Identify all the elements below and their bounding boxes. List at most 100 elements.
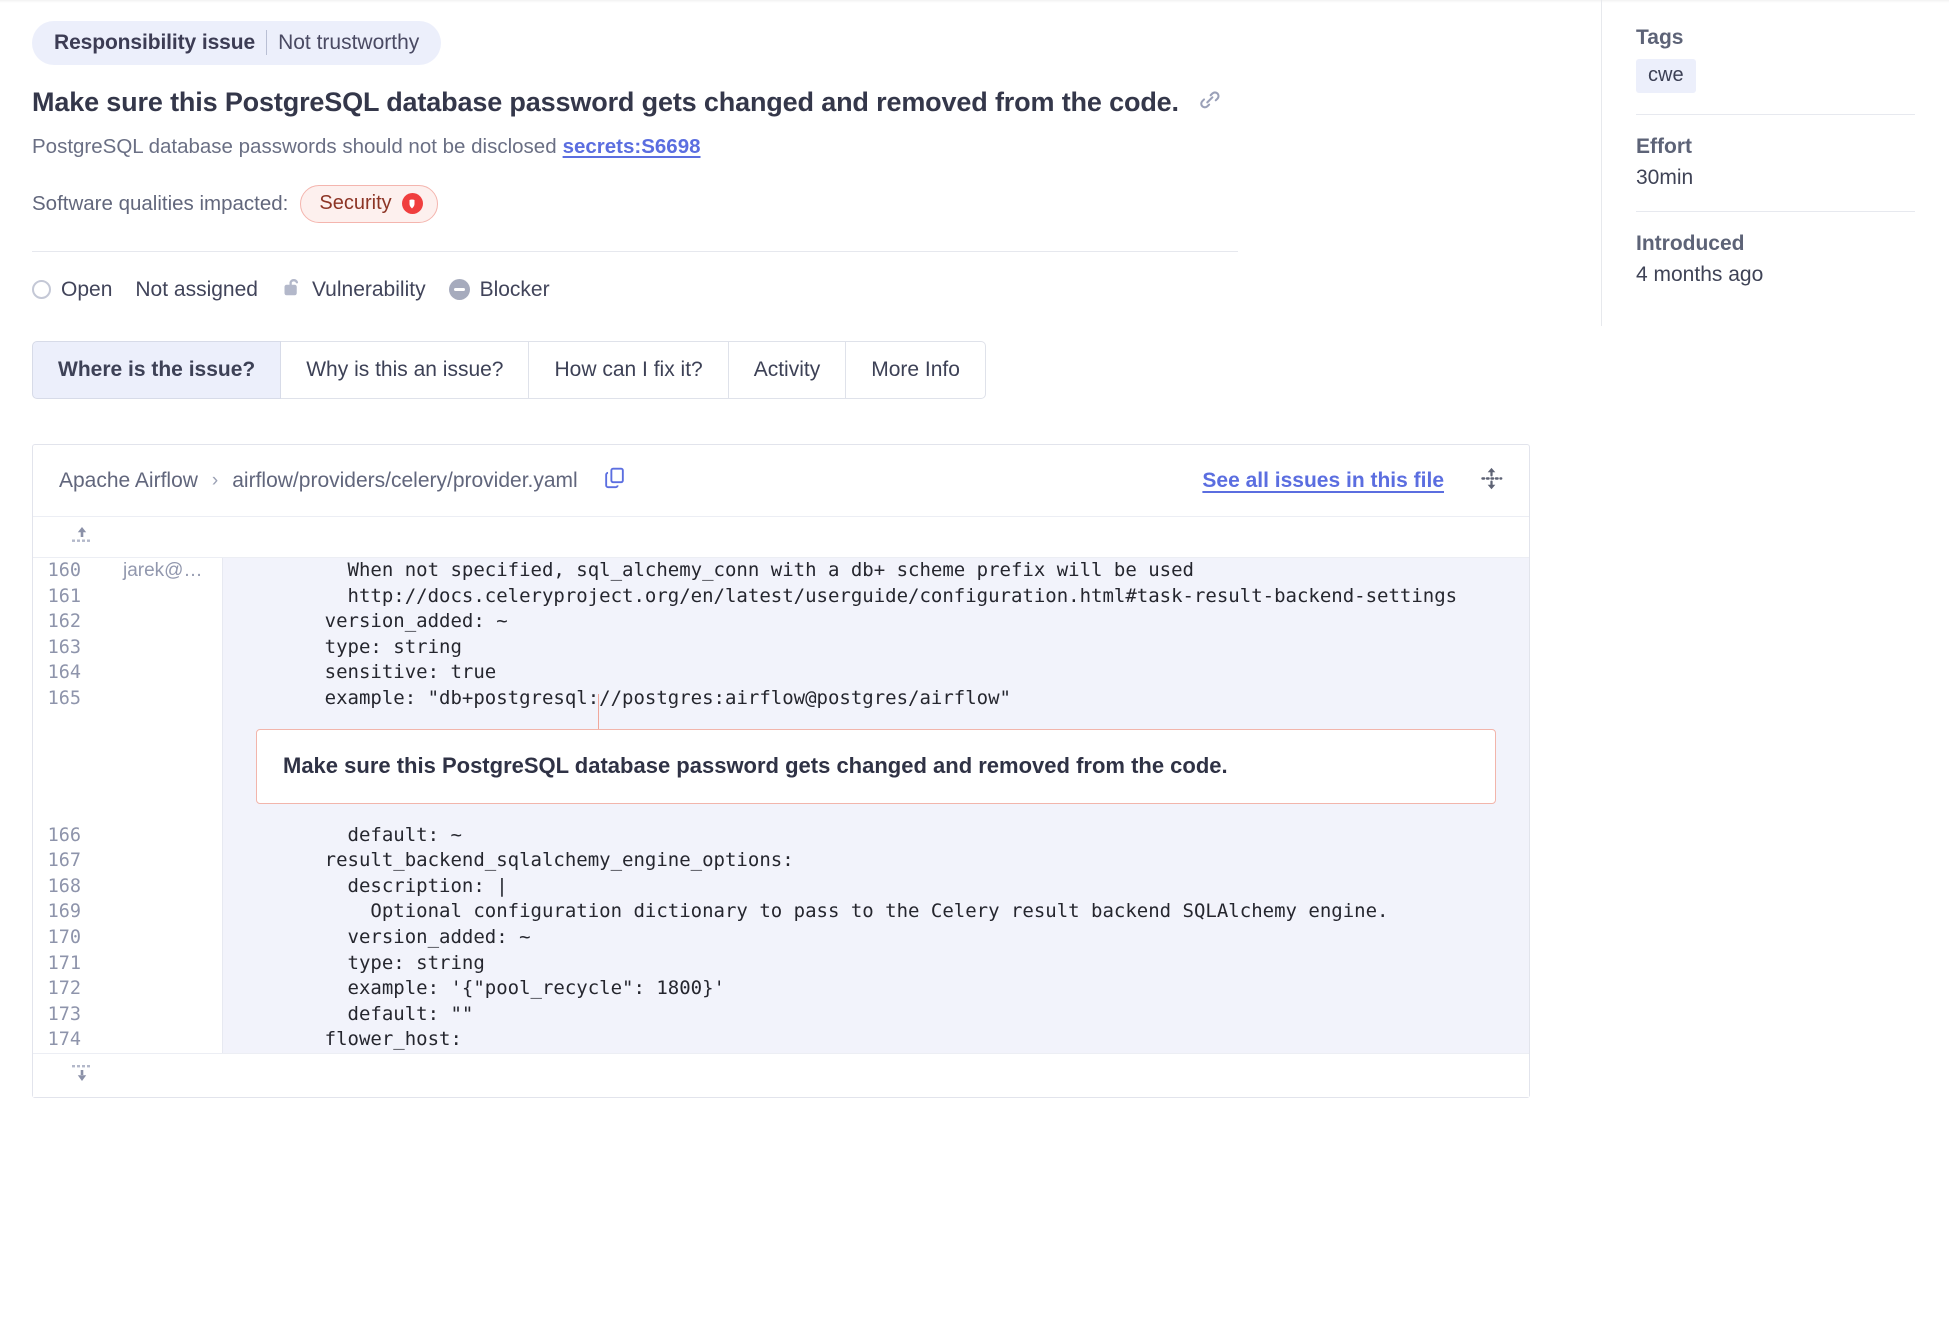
code-line: 172 example: '{"pool_recycle": 1800}' — [33, 976, 1529, 1002]
line-number[interactable]: 162 — [33, 609, 90, 635]
code-line: 162 version_added: ~ — [33, 609, 1529, 635]
line-number[interactable]: 166 — [33, 822, 90, 849]
line-number[interactable]: 167 — [33, 848, 90, 874]
inline-issue-body: Make sure this PostgreSQL database passw… — [223, 693, 1529, 823]
effort-value: 30min — [1636, 166, 1694, 189]
issue-title-row: Make sure this PostgreSQL database passw… — [32, 87, 1569, 118]
line-code[interactable]: http://docs.celeryproject.org/en/latest/… — [223, 583, 1529, 610]
rule-key-link[interactable]: secrets:S6698 — [563, 135, 701, 158]
code-line: 170 version_added: ~ — [33, 924, 1529, 951]
line-number[interactable]: 163 — [33, 634, 90, 661]
code-line: 168 description: | — [33, 873, 1529, 900]
tab-activity[interactable]: Activity — [728, 341, 847, 399]
line-number[interactable]: 165 — [33, 685, 90, 712]
line-code[interactable]: description: | — [223, 873, 1529, 900]
line-code[interactable]: version_added: ~ — [223, 924, 1529, 951]
ribbon-secondary-label: Not trustworthy — [278, 30, 420, 54]
line-code[interactable]: example: '{"pool_recycle": 1800}' — [223, 976, 1529, 1002]
code-viewer: 160 jarek@… When not specified, sql_alche… — [33, 558, 1529, 1053]
line-author — [90, 634, 223, 661]
line-code[interactable]: default: "" — [223, 1001, 1529, 1028]
line-number[interactable]: 164 — [33, 660, 90, 686]
line-author — [90, 609, 223, 635]
tab-how-can-i-fix-it[interactable]: How can I fix it? — [529, 341, 729, 399]
line-number[interactable]: 173 — [33, 1001, 90, 1028]
see-all-issues-link[interactable]: See all issues in this file — [1202, 469, 1444, 493]
tag-chip-cwe[interactable]: cwe — [1636, 59, 1696, 93]
code-suffix: @postgres/airflow" — [805, 686, 1011, 709]
line-number[interactable]: 161 — [33, 583, 90, 610]
code-line: 171 type: string — [33, 950, 1529, 977]
inline-issue-message[interactable]: Make sure this PostgreSQL database passw… — [256, 728, 1496, 804]
issue-detail-page: Responsibility issue Not trustworthy Mak… — [0, 0, 1949, 1326]
line-author — [90, 950, 223, 977]
status-state[interactable]: Open — [32, 278, 112, 302]
status-severity[interactable]: Blocker — [448, 278, 550, 302]
code-line: 174 flower_host: — [33, 1027, 1529, 1053]
line-number[interactable]: 172 — [33, 976, 90, 1002]
line-code[interactable]: type: string — [223, 634, 1529, 661]
expand-up-icon[interactable] — [69, 523, 95, 552]
file-header-actions: See all issues in this file — [1202, 465, 1505, 497]
code-line: 160 jarek@… When not specified, sql_alche… — [33, 558, 1529, 584]
status-type[interactable]: Vulnerability — [281, 275, 426, 304]
open-circle-icon — [32, 280, 51, 299]
line-number[interactable]: 160 — [33, 558, 90, 584]
line-code[interactable]: flower_host: — [223, 1027, 1529, 1053]
line-author — [90, 899, 223, 925]
main-column: Responsibility issue Not trustworthy Mak… — [0, 0, 1601, 1168]
line-number[interactable]: 168 — [33, 873, 90, 900]
code-prefix: example: "db+postgresql://postgres: — [256, 686, 725, 709]
code-line-issue: 165 example: "db+postgresql://postgres:a… — [33, 685, 1529, 712]
link-icon[interactable] — [1197, 87, 1223, 118]
line-code[interactable]: example: "db+postgresql://postgres:airfl… — [223, 685, 1529, 712]
line-code[interactable]: sensitive: true — [223, 660, 1529, 686]
expand-down-bar[interactable] — [33, 1052, 1529, 1097]
open-lock-icon — [281, 275, 302, 304]
status-row: Open Not assigned Vulnerability Blocker — [32, 275, 1569, 304]
quality-badge-security[interactable]: Security — [300, 185, 438, 223]
line-number[interactable]: 171 — [33, 950, 90, 977]
line-code[interactable]: Optional configuration dictionary to pas… — [223, 899, 1529, 925]
expand-down-icon[interactable] — [69, 1061, 95, 1090]
copy-icon[interactable] — [602, 465, 627, 496]
line-code[interactable]: result_backend_sqlalchemy_engine_options… — [223, 848, 1529, 874]
header-divider — [32, 251, 1238, 252]
quality-badge-label: Security — [319, 192, 392, 214]
line-code[interactable]: type: string — [223, 950, 1529, 977]
code-highlight-token[interactable]: airflow — [725, 686, 805, 712]
breadcrumb-file-path[interactable]: airflow/providers/celery/provider.yaml — [232, 469, 577, 493]
tab-why-is-this-an-issue[interactable]: Why is this an issue? — [281, 341, 530, 399]
rule-description: PostgreSQL database passwords should not… — [32, 135, 1569, 159]
responsibility-ribbon: Responsibility issue Not trustworthy — [32, 21, 442, 65]
line-number[interactable]: 170 — [33, 924, 90, 951]
line-code[interactable]: version_added: ~ — [223, 609, 1529, 635]
breadcrumb-project[interactable]: Apache Airflow — [59, 469, 198, 493]
ribbon-primary-label: Responsibility issue — [54, 30, 256, 54]
expand-up-bar[interactable] — [33, 517, 1529, 558]
line-code[interactable]: When not specified, sql_alchemy_conn wit… — [223, 558, 1529, 584]
line-number[interactable]: 174 — [33, 1027, 90, 1053]
line-author — [90, 583, 223, 610]
issue-tabs: Where is the issue? Why is this an issue… — [32, 341, 1569, 399]
line-author — [90, 822, 223, 849]
status-state-label: Open — [61, 277, 113, 301]
sidebar-divider-2 — [1636, 211, 1915, 212]
tab-where-is-the-issue[interactable]: Where is the issue? — [32, 341, 282, 399]
page-bottom-spacer — [32, 1098, 1569, 1168]
sidebar-divider-1 — [1636, 114, 1915, 115]
code-line: 169 Optional configuration dictionary to… — [33, 899, 1529, 925]
expand-vertical-icon[interactable] — [1478, 465, 1505, 497]
line-number[interactable]: 169 — [33, 899, 90, 925]
line-code[interactable]: default: ~ — [223, 822, 1529, 849]
tab-more-info[interactable]: More Info — [846, 341, 986, 399]
line-number-spacer — [33, 711, 90, 823]
code-lines-after: 166 default: ~ 167 result_backend_sqlalch… — [33, 822, 1529, 1053]
introduced-value: 4 months ago — [1636, 263, 1764, 286]
file-header: Apache Airflow › airflow/providers/celer… — [33, 445, 1529, 517]
line-author — [90, 976, 223, 1002]
status-assignee[interactable]: Not assigned — [135, 278, 258, 302]
code-line: 163 type: string — [33, 634, 1529, 661]
line-author — [90, 924, 223, 951]
breadcrumb: Apache Airflow › airflow/providers/celer… — [59, 465, 627, 496]
